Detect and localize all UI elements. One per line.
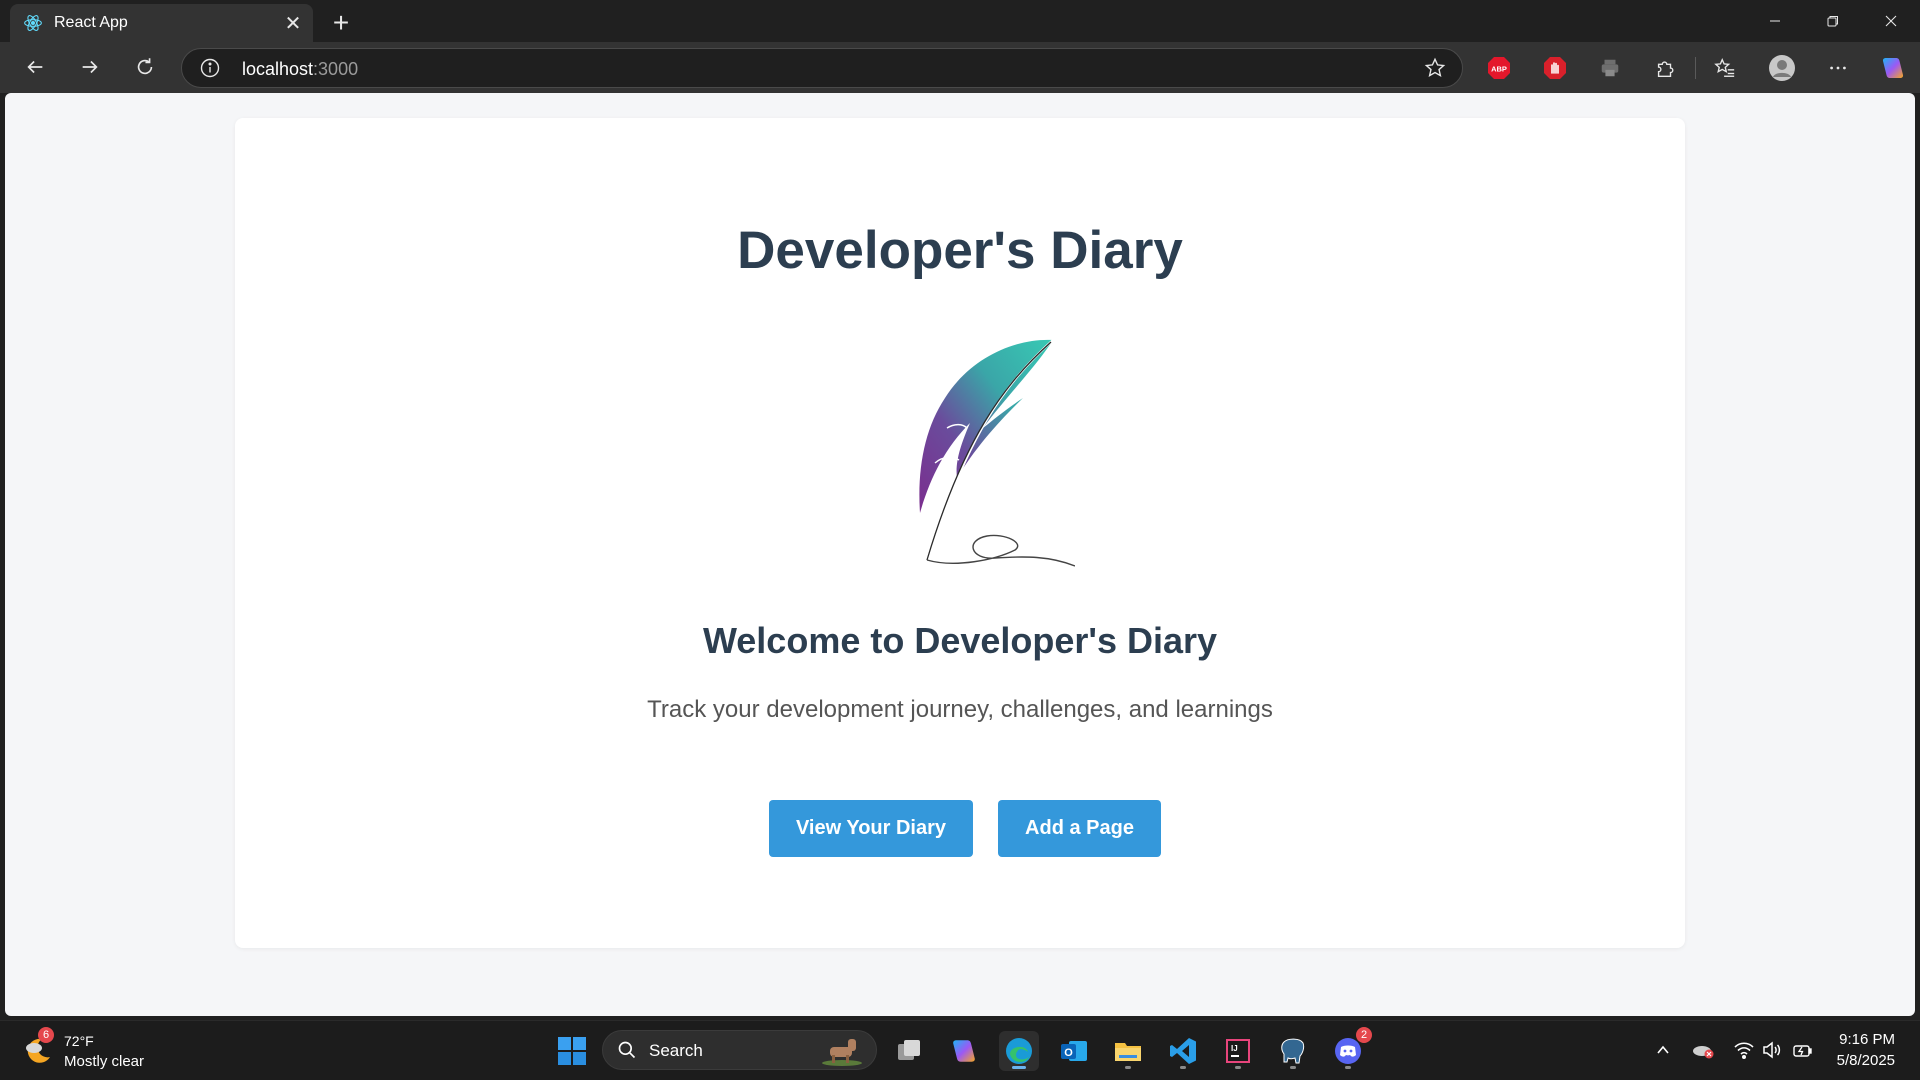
weather-temp: 72°F [64,1033,94,1049]
arrow-left-icon [27,60,43,74]
arrow-right-icon [82,60,98,74]
react-logo-icon [22,12,44,34]
new-tab-button[interactable]: + [326,7,356,38]
restore-icon [1827,16,1838,27]
start-button[interactable] [552,1031,592,1071]
volume-tray-icon[interactable] [1761,1039,1783,1061]
refresh-icon [137,58,153,75]
tagline-text: Track your development journey, challeng… [647,696,1273,723]
wifi-icon [1734,1042,1754,1059]
url-host: localhost [242,59,314,79]
tab-react-app[interactable]: React App ✕ [10,4,313,42]
copilot-app-icon [953,1040,975,1062]
battery-charging-icon [1793,1045,1812,1057]
outlook-icon: O [1061,1041,1087,1061]
search-highlight-donkey-icon [822,1039,862,1066]
favorite-star-icon[interactable] [1424,57,1446,79]
tab-bar: React App ✕ + [0,0,1920,42]
edge-taskbar-button[interactable] [999,1031,1039,1071]
back-button[interactable] [16,48,54,86]
chevron-up-icon [1657,1045,1669,1054]
postgresql-taskbar-button[interactable] [1273,1031,1313,1071]
weather-description: Mostly clear [64,1053,145,1070]
toolbar-divider [1695,57,1696,79]
minimize-icon [1770,20,1780,22]
svg-text:O: O [1064,1047,1073,1059]
profile-avatar-icon[interactable] [1768,54,1796,82]
speaker-icon [1763,1041,1781,1059]
printer-icon[interactable] [1596,54,1624,82]
search-icon [618,1041,636,1059]
tab-title: React App [54,14,128,31]
copilot-taskbar-button[interactable] [944,1031,984,1071]
tab-close-icon[interactable]: ✕ [279,9,307,37]
url-port: :3000 [313,59,359,79]
page-viewport: Developer's Diary Welcome to Developer's… [5,93,1915,1016]
running-indicator [1125,1066,1131,1069]
intellij-taskbar-button[interactable]: IJ [1218,1031,1258,1071]
browser-toolbar: localhost:3000 ABP [0,42,1920,93]
close-icon [1885,15,1897,27]
active-indicator [1012,1066,1026,1069]
stop-hand-icon[interactable] [1541,54,1569,82]
site-info-icon[interactable] [200,58,220,78]
windows-logo-icon [558,1037,586,1065]
running-indicator [1290,1066,1296,1069]
vscode-taskbar-button[interactable] [1163,1031,1203,1071]
cloud-error-icon [1693,1046,1714,1059]
svg-text:IJ: IJ [1231,1044,1238,1053]
minimize-button[interactable] [1746,0,1804,42]
clock-date: 5/8/2025 [1836,1052,1895,1069]
weather-widget[interactable]: 6 72°F Mostly clear [20,1027,160,1073]
outlook-taskbar-button[interactable]: O [1054,1031,1094,1071]
task-view-button[interactable] [889,1031,929,1071]
close-window-button[interactable] [1862,0,1920,42]
quill-feather-icon [919,339,1075,567]
add-page-button[interactable]: Add a Page [998,800,1161,857]
discord-notification-badge: 2 [1356,1027,1372,1043]
vscode-icon [1170,1038,1196,1064]
url-text[interactable]: localhost:3000 [242,59,358,80]
intellij-idea-icon: IJ [1226,1039,1250,1063]
restore-button[interactable] [1804,0,1862,42]
view-diary-button[interactable]: View Your Diary [769,800,973,857]
running-indicator [1180,1066,1186,1069]
search-label: Search [649,1041,703,1060]
favorites-icon[interactable] [1711,54,1739,82]
onedrive-tray-icon[interactable] [1692,1039,1714,1061]
discord-taskbar-button[interactable]: 2 [1328,1027,1372,1071]
file-explorer-taskbar-button[interactable] [1108,1031,1148,1071]
windows-taskbar: 6 72°F Mostly clear Search O IJ 2 9:16 P… [0,1020,1920,1080]
battery-tray-icon[interactable] [1792,1039,1814,1061]
more-options-icon[interactable] [1824,54,1852,82]
clock-time: 9:16 PM [1839,1031,1895,1048]
taskbar-search[interactable]: Search [602,1030,877,1070]
address-bar[interactable]: localhost:3000 [181,48,1463,88]
weather-alert-badge: 6 [38,1027,54,1043]
puzzle-icon[interactable] [1651,54,1679,82]
forward-button[interactable] [71,48,109,86]
adblock-plus-icon[interactable]: ABP [1485,54,1513,82]
welcome-card: Developer's Diary Welcome to Developer's… [235,118,1685,948]
postgresql-elephant-icon [1281,1038,1305,1064]
copilot-icon[interactable] [1879,54,1907,82]
wifi-tray-icon[interactable] [1733,1039,1755,1061]
page-title: Developer's Diary [737,221,1183,280]
running-indicator [1235,1066,1241,1069]
folder-icon [1115,1043,1141,1061]
task-view-icon [898,1040,920,1060]
svg-text:ABP: ABP [1491,65,1507,74]
show-hidden-icons-button[interactable] [1652,1039,1674,1061]
refresh-button[interactable] [126,48,164,86]
running-indicator [1345,1066,1351,1069]
welcome-heading: Welcome to Developer's Diary [702,620,1218,661]
edge-browser-icon [1006,1038,1032,1064]
